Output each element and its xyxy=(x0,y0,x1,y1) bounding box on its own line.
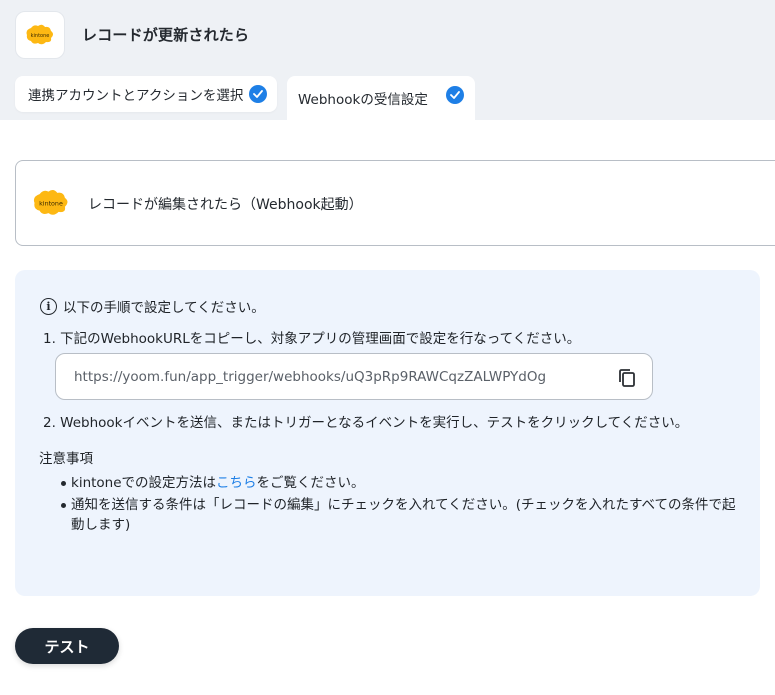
trigger-label: レコードが編集されたら（Webhook起動） xyxy=(88,197,363,213)
notes-title: 注意事項 xyxy=(39,451,93,467)
webhook-url-text[interactable]: https://yoom.fun/app_trigger/webhooks/uQ… xyxy=(74,369,546,385)
check-icon xyxy=(249,85,267,103)
note-text: kintoneでの設定方法は xyxy=(71,475,217,491)
trigger-card[interactable]: kintone レコードが編集されたら（Webhook起動） xyxy=(15,160,775,246)
note-text: をご覧ください。 xyxy=(256,475,365,491)
svg-text:kintone: kintone xyxy=(31,33,50,39)
list-item: kintoneでの設定方法はこちらをご覧ください。 xyxy=(39,473,739,493)
kintone-logo-icon: kintone xyxy=(32,189,70,221)
tab-account-action[interactable]: 連携アカウントとアクションを選択 xyxy=(15,76,277,112)
note-text: 通知を送信する条件は「レコードの編集」にチェックを入れてください。(チェックを入… xyxy=(71,497,736,533)
notes-list: kintoneでの設定方法はこちらをご覧ください。 通知を送信する条件は「レコー… xyxy=(39,473,739,537)
app-logo: kintone xyxy=(15,11,65,59)
list-item: 通知を送信する条件は「レコードの編集」にチェックを入れてください。(チェックを入… xyxy=(39,495,739,535)
instructions-intro: 以下の手順で設定してください。 xyxy=(63,300,265,316)
instructions-panel: i 以下の手順で設定してください。 1. 下記のWebhookURLをコピーし、… xyxy=(15,270,760,596)
tab-label: 連携アカウントとアクションを選択 xyxy=(28,88,244,104)
webhook-url-field[interactable]: https://yoom.fun/app_trigger/webhooks/uQ… xyxy=(55,353,653,400)
svg-text:kintone: kintone xyxy=(39,201,63,208)
check-icon xyxy=(446,86,464,104)
test-button[interactable]: テスト xyxy=(15,628,119,664)
info-icon: i xyxy=(40,297,57,315)
step-1-text: 1. 下記のWebhookURLをコピーし、対象アプリの管理画面で設定を行なって… xyxy=(43,331,581,347)
kintone-logo-icon: kintone xyxy=(26,24,53,45)
tab-label: Webhookの受信設定 xyxy=(298,92,428,108)
step-2-text: 2. Webhookイベントを送信、またはトリガーとなるイベントを実行し、テスト… xyxy=(43,415,689,431)
instructions-header: i 以下の手順で設定してください。 xyxy=(40,296,265,316)
help-link[interactable]: こちら xyxy=(216,475,257,491)
page-title: レコードが更新されたら xyxy=(82,26,250,44)
tab-webhook-settings[interactable]: Webhookの受信設定 xyxy=(287,76,475,120)
copy-icon[interactable] xyxy=(616,367,638,389)
